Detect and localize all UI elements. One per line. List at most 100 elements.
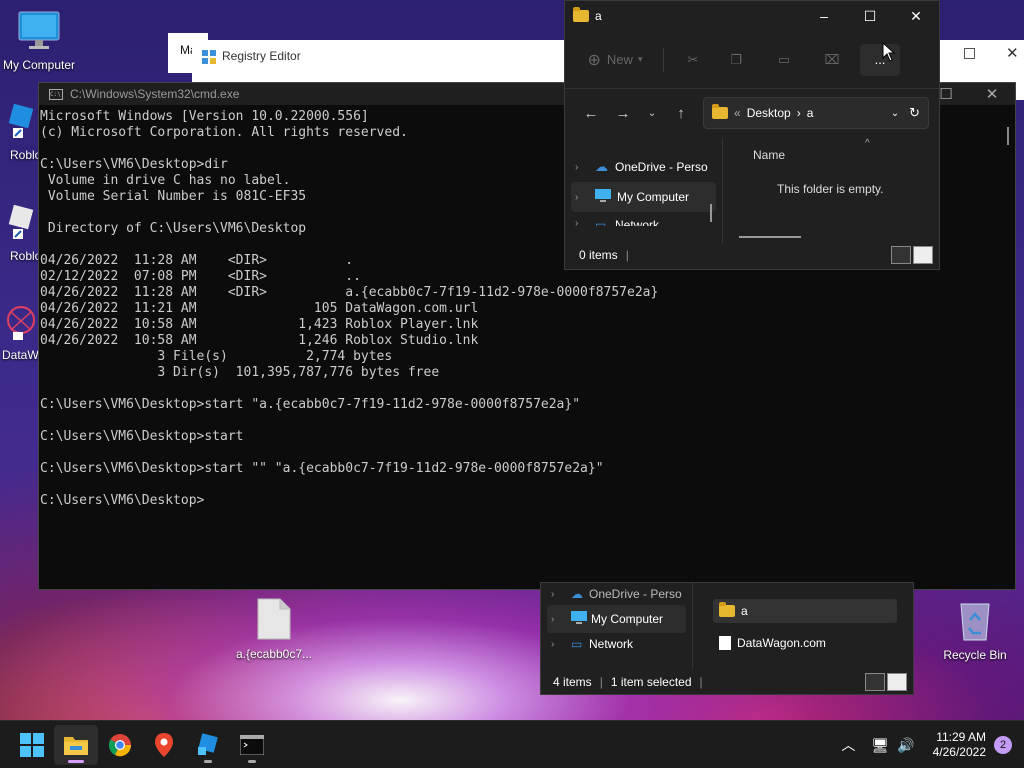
details-view-icon[interactable]: [891, 246, 911, 264]
desktop-icon-a-folder[interactable]: a.{ecabb0c7...: [234, 597, 314, 661]
address-bar[interactable]: « Desktop › a ⌄ ↻: [703, 97, 929, 129]
rename-button[interactable]: ⌧: [808, 44, 856, 76]
monitor-icon: [0, 10, 78, 55]
nav-item-network[interactable]: › ▭ Network: [541, 633, 692, 655]
maximize-icon[interactable]: ☐: [847, 8, 893, 25]
nav-item-label: Network: [615, 218, 660, 226]
explorer-title-bar[interactable]: a – ☐ ✕: [565, 1, 939, 31]
notification-badge[interactable]: 2: [994, 736, 1012, 754]
start-button[interactable]: [10, 725, 54, 765]
empty-folder-message: This folder is empty.: [777, 182, 884, 196]
windows-logo-icon: [20, 732, 44, 757]
cmd-title: C:\Windows\System32\cmd.exe: [70, 87, 240, 101]
refresh-icon[interactable]: ↻: [909, 105, 920, 121]
roblox-studio-icon: [198, 732, 218, 755]
horizontal-scrollbar[interactable]: [739, 236, 801, 238]
registry-editor-icon: [202, 50, 216, 67]
nav-item-label: My Computer: [591, 612, 664, 626]
taskbar-terminal[interactable]: [230, 725, 274, 765]
chevron-right-icon: ›: [575, 191, 579, 203]
taskbar-roblox-studio[interactable]: [186, 725, 230, 765]
address-row: ← → ⌄ ↑ « Desktop › a ⌄ ↻: [565, 89, 939, 137]
nav-item-onedrive[interactable]: › ☁ OneDrive - Perso: [541, 583, 692, 605]
close-icon[interactable]: ✕: [969, 85, 1015, 103]
details-view-icon[interactable]: [865, 673, 885, 691]
taskbar-maps[interactable]: [142, 725, 186, 765]
tiles-view-icon[interactable]: [887, 673, 907, 691]
file-list[interactable]: ^ Name This folder is empty.: [723, 138, 939, 244]
taskbar-chrome[interactable]: [98, 725, 142, 765]
cloud-icon: ☁: [571, 587, 583, 601]
file-row-a[interactable]: a: [713, 599, 897, 623]
clock[interactable]: 11:29 AM 4/26/2022: [933, 730, 986, 760]
paste-icon: ▭: [777, 51, 791, 67]
nav-item-label: OneDrive - Perso: [615, 160, 708, 174]
file-row-datawagon[interactable]: DataWagon.com: [713, 631, 897, 655]
paste-button[interactable]: ▭: [760, 44, 808, 76]
chevron-right-icon: ›: [551, 638, 555, 650]
copy-button[interactable]: ❐: [712, 44, 760, 76]
system-tray: ︿ 🖥 🔊 11:29 AM 4/26/2022 2: [841, 721, 1024, 768]
chevron-right-icon: ›: [551, 613, 555, 625]
status-bar: 0 items |: [565, 241, 939, 269]
nav-item-label: OneDrive - Perso: [589, 587, 682, 601]
terminal-icon: [240, 734, 264, 755]
chevron-right-icon: ›: [575, 218, 579, 226]
breadcrumb-overflow[interactable]: «: [734, 106, 741, 120]
chevron-up-icon[interactable]: ︿: [841, 735, 855, 755]
nav-item-label: My Computer: [617, 190, 690, 204]
close-icon[interactable]: ✕: [1006, 44, 1019, 62]
forward-arrow-icon[interactable]: →: [607, 105, 639, 122]
item-count: 0 items: [579, 248, 618, 262]
minimize-icon[interactable]: –: [801, 8, 847, 25]
cmd-app-icon: C:\: [49, 88, 63, 100]
nav-scrollbar[interactable]: [710, 204, 712, 222]
cut-button[interactable]: ✂: [674, 44, 712, 76]
explorer-window-background[interactable]: › ☁ OneDrive - Perso › My Computer › ▭ N…: [540, 582, 914, 695]
breadcrumb-current[interactable]: a: [807, 106, 814, 120]
chevron-down-icon: ▾: [637, 54, 643, 64]
cmd-scrollbar[interactable]: [1007, 127, 1009, 145]
recent-chevron-icon[interactable]: ⌄: [639, 108, 665, 119]
navigation-pane[interactable]: › ☁ OneDrive - Perso › My Computer › ▭ N…: [565, 138, 723, 244]
nav-item-my-computer[interactable]: › My Computer: [547, 605, 686, 633]
file-name: DataWagon.com: [737, 636, 826, 650]
explorer-window[interactable]: a – ☐ ✕ ⊕ New ▾ ✂ ❐ ▭ ⌧ ... ← → ⌄ ↑ « De…: [564, 0, 940, 270]
network-icon: ▭: [571, 637, 583, 651]
scissors-icon: ✂: [687, 51, 699, 67]
network-icon[interactable]: 🖥: [871, 737, 889, 754]
desktop-icon-my-computer[interactable]: My Computer: [0, 10, 78, 72]
folder-icon: [712, 104, 728, 119]
cloud-icon: ☁: [595, 159, 608, 174]
close-icon[interactable]: ✕: [893, 8, 939, 25]
mouse-cursor-icon: [882, 42, 896, 62]
taskbar: ︿ 🖥 🔊 11:29 AM 4/26/2022 2: [0, 720, 1024, 768]
monitor-icon: [571, 611, 591, 627]
new-button[interactable]: ⊕ New ▾: [577, 44, 653, 76]
maximize-icon[interactable]: [964, 48, 975, 59]
clock-time: 11:29 AM: [936, 730, 986, 744]
nav-item-onedrive[interactable]: › ☁ OneDrive - Perso: [565, 152, 722, 182]
chevron-down-icon[interactable]: ⌄: [891, 108, 899, 119]
plus-icon: ⊕: [587, 51, 601, 69]
blank-file-icon: [234, 597, 314, 644]
explorer-body: › ☁ OneDrive - Perso › My Computer › ▭ N…: [565, 138, 939, 244]
desktop-icon-recycle-bin[interactable]: Recycle Bin: [936, 598, 1014, 662]
nav-item-my-computer[interactable]: › My Computer: [571, 182, 716, 212]
up-arrow-icon[interactable]: ↑: [665, 105, 697, 122]
rename-icon: ⌧: [824, 51, 840, 67]
registry-editor-title: Registry Editor: [222, 49, 301, 63]
volume-icon[interactable]: 🔊: [897, 737, 914, 754]
copy-icon: ❐: [730, 51, 742, 67]
back-arrow-icon[interactable]: ←: [575, 105, 607, 122]
recycle-bin-icon: [936, 598, 1014, 645]
taskbar-file-explorer[interactable]: [54, 724, 98, 765]
new-label: New: [606, 52, 633, 67]
tiles-view-icon[interactable]: [913, 246, 933, 264]
nav-item-network[interactable]: › ▭ Network: [565, 212, 722, 226]
map-pin-icon: [155, 732, 173, 757]
desktop-icon-label: a.{ecabb0c7...: [235, 647, 313, 661]
breadcrumb-desktop[interactable]: Desktop: [747, 106, 791, 120]
column-header-name[interactable]: Name: [753, 148, 785, 162]
desktop-icon-label: Recycle Bin: [943, 648, 1007, 662]
